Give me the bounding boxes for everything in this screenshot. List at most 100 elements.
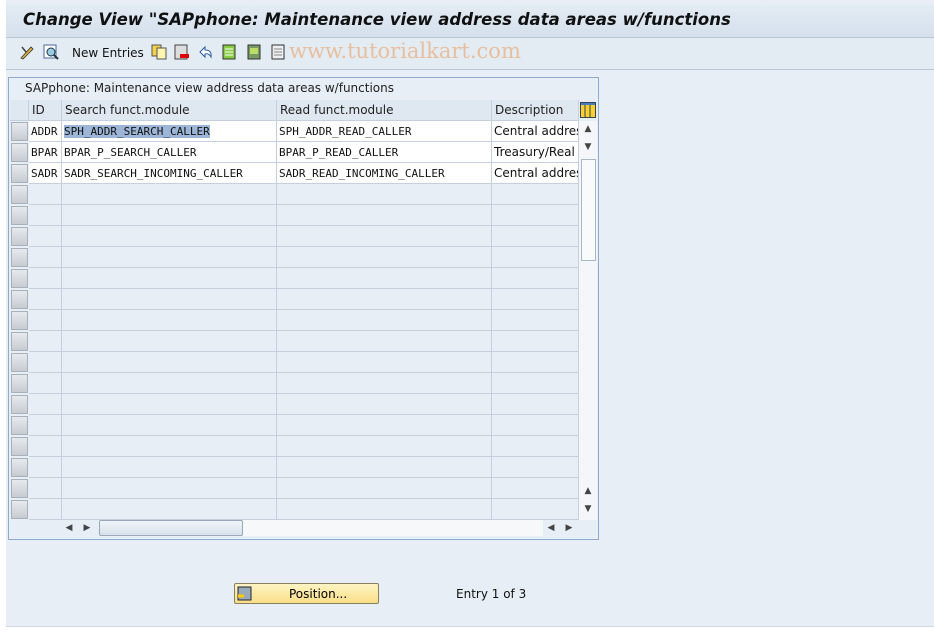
- cell-desc[interactable]: [492, 247, 579, 268]
- new-entries-button[interactable]: New Entries: [72, 46, 144, 60]
- cell-desc[interactable]: [492, 289, 579, 310]
- column-header-description[interactable]: Description: [492, 100, 579, 121]
- cell-read[interactable]: [277, 331, 492, 352]
- cell-desc[interactable]: [492, 268, 579, 289]
- scroll-down-icon[interactable]: ▼: [580, 139, 596, 155]
- row-selector[interactable]: [11, 206, 28, 225]
- cell-desc[interactable]: [492, 226, 579, 247]
- cell-search[interactable]: [62, 247, 277, 268]
- cell-desc[interactable]: [492, 310, 579, 331]
- cell-read[interactable]: [277, 226, 492, 247]
- details-icon[interactable]: [43, 44, 59, 60]
- select-all-corner[interactable]: [10, 100, 29, 121]
- cell-id[interactable]: [29, 499, 62, 520]
- row-selector[interactable]: [11, 353, 28, 372]
- cell-desc[interactable]: [492, 415, 579, 436]
- cell-id[interactable]: [29, 457, 62, 478]
- cell-desc[interactable]: [492, 499, 579, 520]
- cell-read[interactable]: [277, 184, 492, 205]
- cell-id[interactable]: [29, 205, 62, 226]
- cell-search[interactable]: [62, 352, 277, 373]
- row-selector[interactable]: [11, 269, 28, 288]
- row-selector[interactable]: [11, 500, 28, 519]
- scroll-up-icon[interactable]: ▲: [580, 121, 596, 137]
- cell-search[interactable]: [62, 268, 277, 289]
- row-selector[interactable]: [11, 248, 28, 267]
- cell-search[interactable]: [62, 394, 277, 415]
- cell-read[interactable]: [277, 499, 492, 520]
- row-selector[interactable]: [11, 395, 28, 414]
- cell-id[interactable]: ADDR: [29, 121, 62, 142]
- row-selector[interactable]: [11, 311, 28, 330]
- copy-icon[interactable]: [151, 44, 167, 60]
- column-header-id[interactable]: ID: [29, 100, 62, 121]
- scroll-page-up-icon[interactable]: ▲: [580, 483, 596, 499]
- cell-id[interactable]: BPAR: [29, 142, 62, 163]
- cell-read[interactable]: [277, 478, 492, 499]
- cell-search[interactable]: SADR_SEARCH_INCOMING_CALLER: [62, 163, 277, 184]
- cell-search[interactable]: [62, 226, 277, 247]
- cell-read[interactable]: [277, 205, 492, 226]
- cell-id[interactable]: [29, 415, 62, 436]
- scroll-left-icon[interactable]: ◀: [61, 520, 77, 536]
- cell-read[interactable]: [277, 394, 492, 415]
- column-settings-icon[interactable]: [580, 102, 596, 118]
- row-selector[interactable]: [11, 437, 28, 456]
- cell-desc[interactable]: Central address: [492, 163, 579, 184]
- cell-search[interactable]: [62, 478, 277, 499]
- row-selector[interactable]: [11, 227, 28, 246]
- cell-id[interactable]: [29, 310, 62, 331]
- cell-desc[interactable]: [492, 457, 579, 478]
- cell-desc[interactable]: [492, 394, 579, 415]
- cell-id[interactable]: SADR: [29, 163, 62, 184]
- cell-search[interactable]: [62, 184, 277, 205]
- cell-search[interactable]: [62, 205, 277, 226]
- row-selector[interactable]: [11, 374, 28, 393]
- row-selector[interactable]: [11, 332, 28, 351]
- cell-search[interactable]: BPAR_P_SEARCH_CALLER: [62, 142, 277, 163]
- cell-search[interactable]: [62, 457, 277, 478]
- cell-desc[interactable]: [492, 373, 579, 394]
- cell-id[interactable]: [29, 226, 62, 247]
- row-selector[interactable]: [11, 185, 28, 204]
- cell-desc[interactable]: Central address: [492, 121, 579, 142]
- cell-search[interactable]: [62, 373, 277, 394]
- cell-read[interactable]: SADR_READ_INCOMING_CALLER: [277, 163, 492, 184]
- select-all-icon[interactable]: [222, 44, 238, 60]
- cell-id[interactable]: [29, 373, 62, 394]
- row-selector[interactable]: [11, 479, 28, 498]
- position-button[interactable]: Position...: [234, 583, 379, 604]
- cell-read[interactable]: SPH_ADDR_READ_CALLER: [277, 121, 492, 142]
- cell-desc[interactable]: [492, 478, 579, 499]
- deselect-all-icon[interactable]: [271, 44, 287, 60]
- cell-desc[interactable]: [492, 331, 579, 352]
- cell-read[interactable]: [277, 457, 492, 478]
- cell-id[interactable]: [29, 352, 62, 373]
- cell-id[interactable]: [29, 478, 62, 499]
- cell-id[interactable]: [29, 247, 62, 268]
- cell-search[interactable]: [62, 310, 277, 331]
- cell-read[interactable]: [277, 352, 492, 373]
- row-selector[interactable]: [11, 290, 28, 309]
- delete-icon[interactable]: [174, 44, 190, 60]
- cell-desc[interactable]: [492, 436, 579, 457]
- cell-desc[interactable]: [492, 205, 579, 226]
- undo-icon[interactable]: [198, 44, 214, 60]
- cell-search[interactable]: SPH_ADDR_SEARCH_CALLER: [62, 121, 277, 142]
- row-selector[interactable]: [11, 416, 28, 435]
- row-selector[interactable]: [11, 458, 28, 477]
- cell-id[interactable]: [29, 184, 62, 205]
- cell-read[interactable]: [277, 415, 492, 436]
- column-header-search[interactable]: Search funct.module: [62, 100, 277, 121]
- cell-id[interactable]: [29, 268, 62, 289]
- horizontal-scrollbar[interactable]: ◀ ▶ ◀ ▶: [61, 519, 581, 537]
- hscroll-thumb[interactable]: [99, 520, 243, 536]
- cell-read[interactable]: [277, 289, 492, 310]
- scroll-left-end-icon[interactable]: ◀: [543, 520, 559, 536]
- display-change-icon[interactable]: [19, 44, 35, 60]
- scroll-right-end-icon[interactable]: ▶: [561, 520, 577, 536]
- cell-search[interactable]: [62, 436, 277, 457]
- cell-desc[interactable]: Treasury/Real E: [492, 142, 579, 163]
- cell-read[interactable]: [277, 268, 492, 289]
- cell-read[interactable]: [277, 310, 492, 331]
